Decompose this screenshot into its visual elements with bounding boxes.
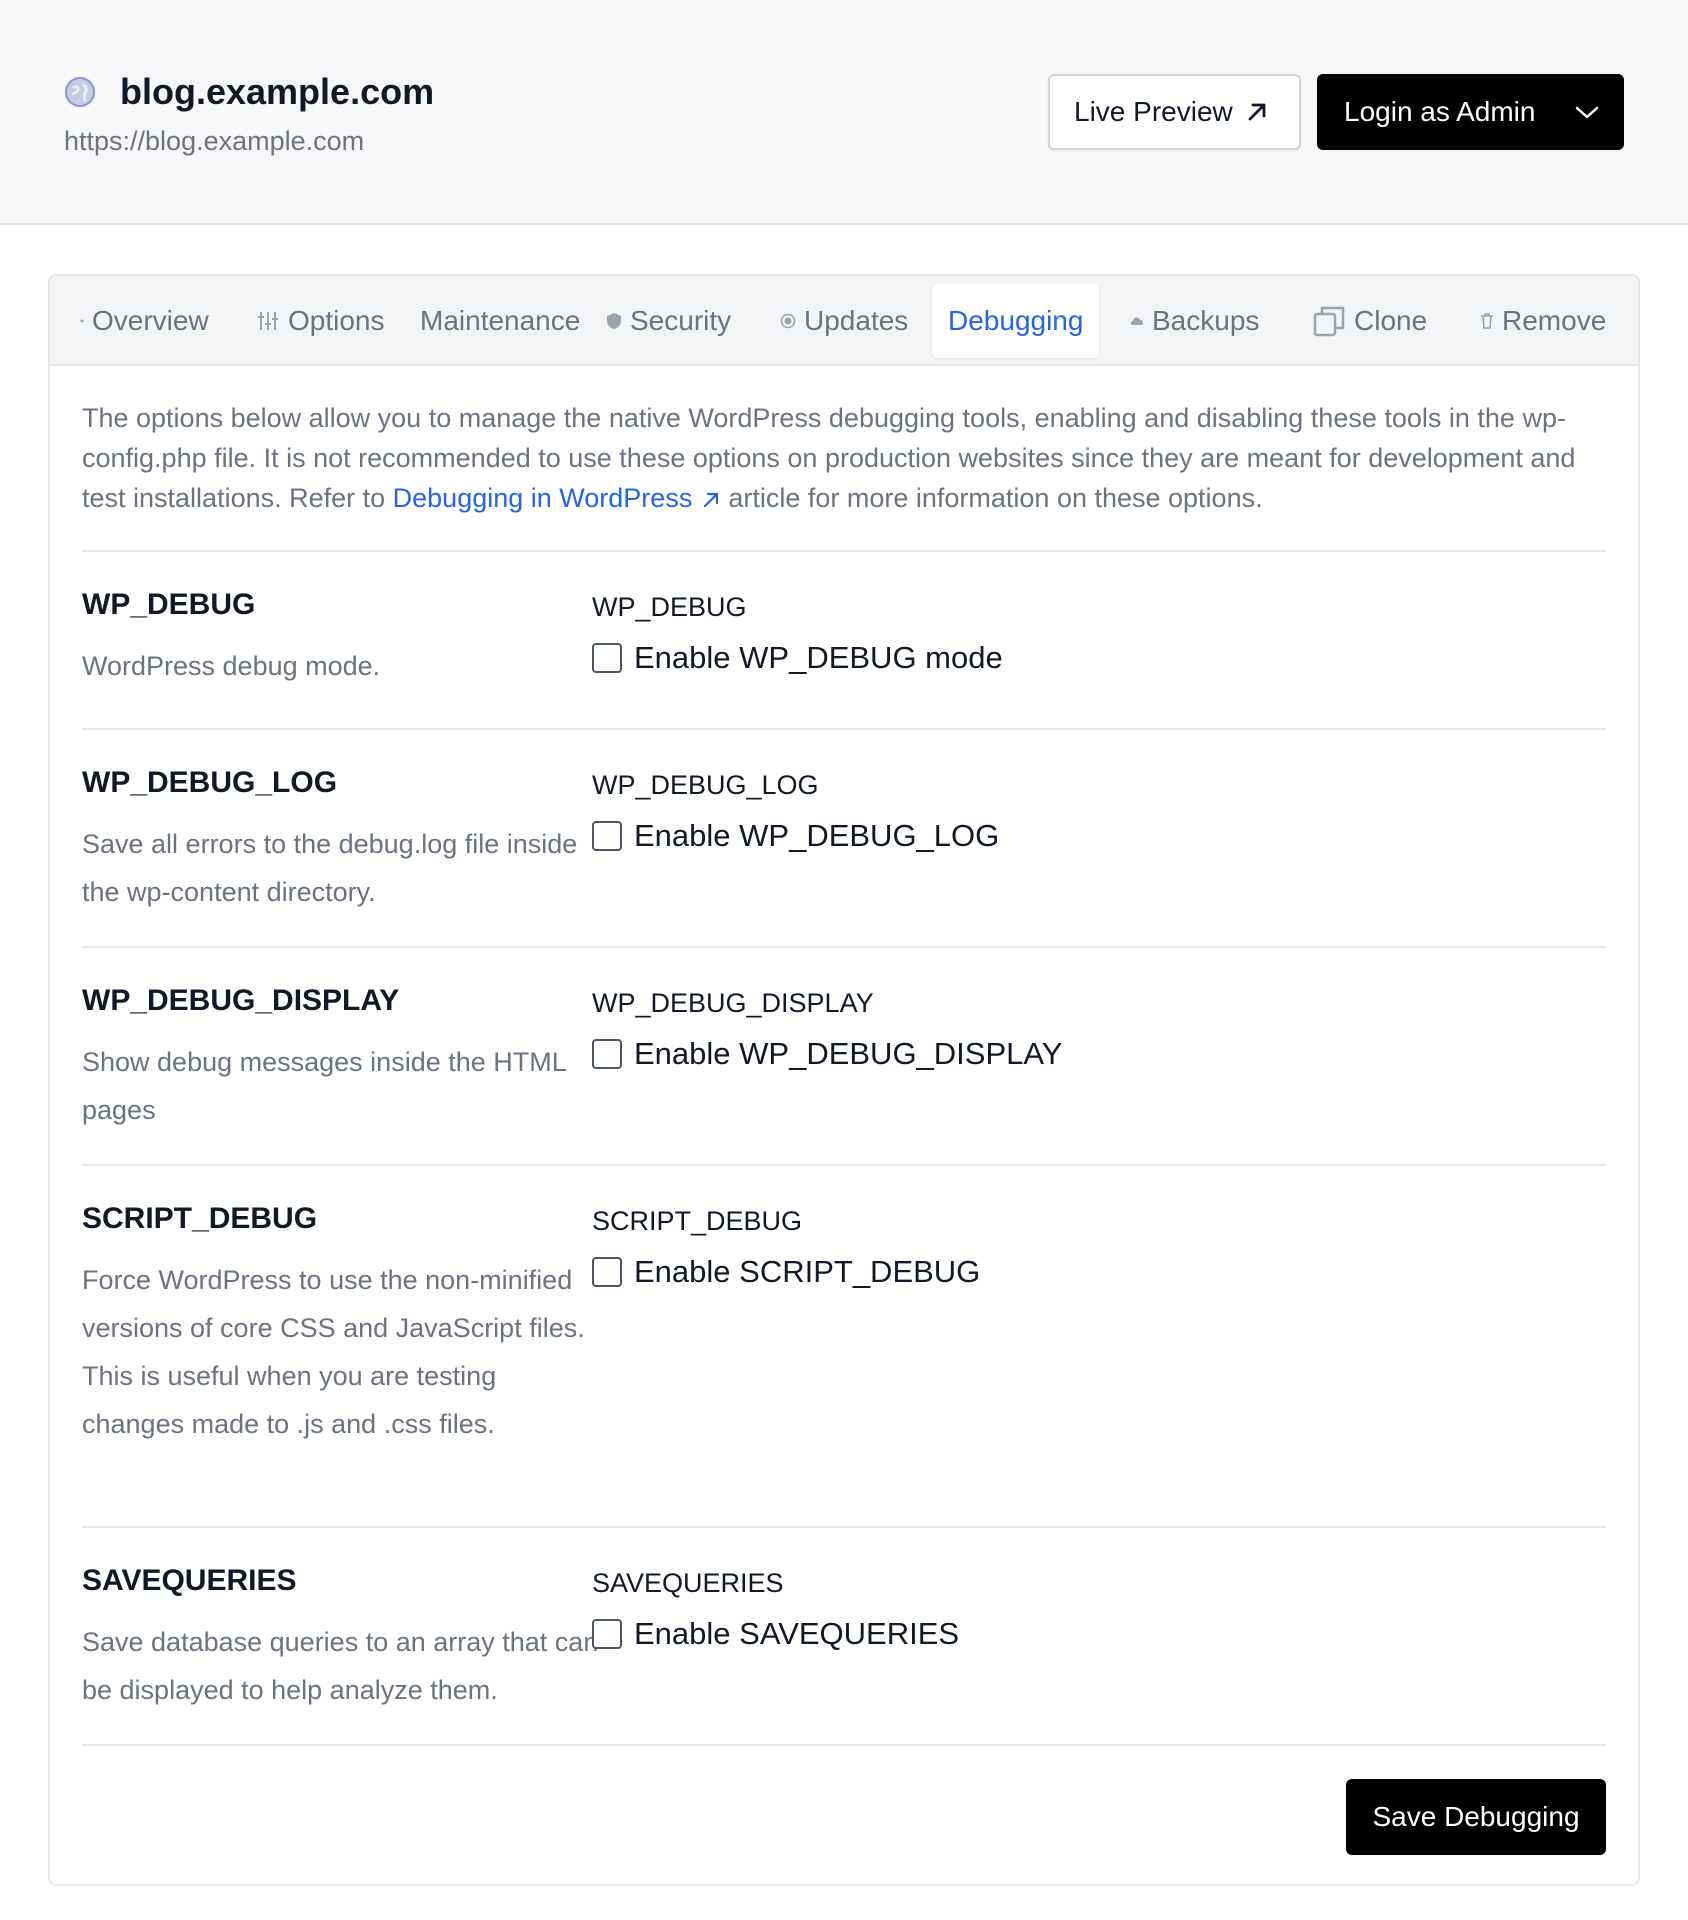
intro-text: The options below allow you to manage th… bbox=[82, 398, 1610, 518]
setting-desc-wp-debug: WordPress debug mode. bbox=[82, 651, 381, 681]
field-label-savequeries: SAVEQUERIES bbox=[592, 1568, 784, 1598]
tab-label: Clone bbox=[1354, 305, 1428, 336]
cloud-icon bbox=[1130, 315, 1144, 327]
checkbox-script-debug[interactable]: Enable SCRIPT_DEBUG bbox=[592, 1252, 980, 1292]
tab-label: Updates bbox=[804, 305, 909, 336]
divider bbox=[82, 550, 1606, 552]
trash-icon bbox=[1480, 313, 1494, 329]
tab-label: Remove bbox=[1502, 305, 1607, 336]
divider bbox=[82, 946, 1606, 948]
live-preview-button[interactable]: Live Preview bbox=[1048, 74, 1301, 150]
debugging-docs-link-label: Debugging in WordPress bbox=[392, 483, 693, 513]
tab-remove[interactable]: Remove bbox=[1480, 284, 1606, 358]
setting-desc-script-debug: Force WordPress to use the non-minified … bbox=[82, 1265, 585, 1439]
checkbox-box[interactable] bbox=[592, 643, 622, 673]
field-label-script-debug: SCRIPT_DEBUG bbox=[592, 1206, 803, 1236]
tab-clone[interactable]: Clone bbox=[1312, 284, 1427, 358]
sliders-icon bbox=[256, 309, 280, 333]
tab-overview[interactable]: Overview bbox=[80, 284, 209, 358]
tab-label: Backups bbox=[1152, 305, 1260, 336]
checkbox-wp-debug-log[interactable]: Enable WP_DEBUG_LOG bbox=[592, 816, 999, 856]
chevron-down-icon[interactable] bbox=[1574, 102, 1600, 122]
debugging-docs-link[interactable]: Debugging in WordPress bbox=[393, 483, 729, 513]
login-as-admin-button[interactable]: Login as Admin bbox=[1317, 74, 1624, 150]
radio-icon bbox=[780, 313, 796, 329]
tab-maintenance[interactable]: Maintenance bbox=[420, 284, 580, 358]
settings-card: Overview Options Maintenance Security Up… bbox=[48, 274, 1640, 1886]
checkbox-box[interactable] bbox=[592, 1039, 622, 1069]
checkbox-label[interactable]: Enable SAVEQUERIES bbox=[634, 1614, 959, 1654]
field-label-wp-debug-display: WP_DEBUG_DISPLAY bbox=[592, 988, 874, 1018]
copy-icon bbox=[1312, 304, 1346, 338]
field-label-wp-debug: WP_DEBUG bbox=[592, 592, 747, 622]
checkbox-savequeries[interactable]: Enable SAVEQUERIES bbox=[592, 1614, 959, 1654]
divider bbox=[82, 1164, 1606, 1166]
setting-desc-wp-debug-log: Save all errors to the debug.log file in… bbox=[82, 829, 578, 907]
setting-title-wp-debug-log: WP_DEBUG_LOG bbox=[82, 766, 338, 799]
tab-label: Debugging bbox=[948, 305, 1084, 336]
dot-icon bbox=[80, 319, 84, 323]
tab-options[interactable]: Options bbox=[256, 284, 385, 358]
site-url: https://blog.example.com bbox=[64, 126, 365, 156]
setting-title-savequeries: SAVEQUERIES bbox=[82, 1564, 297, 1597]
tab-debugging[interactable]: Debugging bbox=[932, 284, 1100, 358]
setting-title-wp-debug: WP_DEBUG bbox=[82, 588, 256, 621]
divider bbox=[82, 1526, 1606, 1528]
login-as-admin-label: Login as Admin bbox=[1344, 96, 1536, 127]
live-preview-label: Live Preview bbox=[1074, 96, 1233, 127]
tab-label: Maintenance bbox=[420, 305, 581, 336]
intro-text-after: article for more information on these op… bbox=[728, 483, 1263, 513]
site-header: blog.example.com https://blog.example.co… bbox=[0, 0, 1688, 225]
tab-updates[interactable]: Updates bbox=[780, 284, 908, 358]
checkbox-label[interactable]: Enable WP_DEBUG_DISPLAY bbox=[634, 1034, 1062, 1074]
tab-security[interactable]: Security bbox=[606, 284, 731, 358]
external-arrow-icon bbox=[1248, 103, 1266, 121]
divider bbox=[82, 1744, 1606, 1746]
tab-label: Security bbox=[630, 305, 732, 336]
globe-icon bbox=[65, 77, 95, 107]
checkbox-box[interactable] bbox=[592, 1619, 622, 1649]
field-label-wp-debug-log: WP_DEBUG_LOG bbox=[592, 770, 819, 800]
checkbox-wp-debug[interactable]: Enable WP_DEBUG mode bbox=[592, 638, 1003, 678]
save-debugging-button[interactable]: Save Debugging bbox=[1346, 1779, 1606, 1855]
tab-label: Options bbox=[288, 305, 385, 336]
tab-bar: Overview Options Maintenance Security Up… bbox=[50, 276, 1638, 366]
checkbox-label[interactable]: Enable WP_DEBUG_LOG bbox=[634, 816, 999, 856]
checkbox-box[interactable] bbox=[592, 821, 622, 851]
setting-desc-savequeries: Save database queries to an array that c… bbox=[82, 1627, 599, 1705]
external-arrow-icon bbox=[704, 492, 719, 508]
divider bbox=[82, 728, 1606, 730]
checkbox-label[interactable]: Enable WP_DEBUG mode bbox=[634, 638, 1003, 678]
checkbox-wp-debug-display[interactable]: Enable WP_DEBUG_DISPLAY bbox=[592, 1034, 1062, 1074]
site-title: blog.example.com bbox=[120, 71, 435, 112]
checkbox-box[interactable] bbox=[592, 1257, 622, 1287]
setting-title-script-debug: SCRIPT_DEBUG bbox=[82, 1202, 318, 1235]
shield-icon bbox=[606, 312, 622, 330]
setting-desc-wp-debug-display: Show debug messages inside the HTML page… bbox=[82, 1047, 566, 1125]
tab-label: Overview bbox=[92, 305, 209, 336]
tab-backups[interactable]: Backups bbox=[1130, 284, 1259, 358]
setting-title-wp-debug-display: WP_DEBUG_DISPLAY bbox=[82, 984, 400, 1017]
checkbox-label[interactable]: Enable SCRIPT_DEBUG bbox=[634, 1252, 980, 1292]
